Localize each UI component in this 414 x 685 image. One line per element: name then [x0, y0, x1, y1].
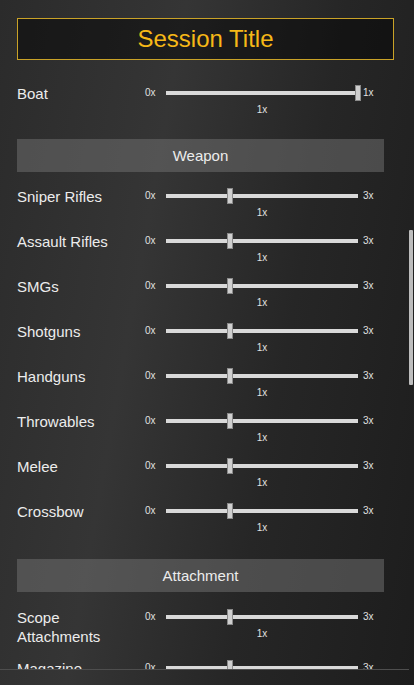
min-label: 0x	[145, 415, 166, 426]
row-label: Shotguns	[17, 322, 145, 341]
slider[interactable]	[166, 509, 358, 513]
slider[interactable]	[166, 284, 358, 288]
row-label: Crossbow	[17, 502, 145, 521]
slider-row: Crossbow0x 3x1x	[17, 502, 394, 547]
slider-fill	[166, 419, 230, 423]
row-label: Throwables	[17, 412, 145, 431]
slider[interactable]	[166, 419, 358, 423]
value-label: 1x	[166, 297, 358, 309]
row-label: Melee	[17, 457, 145, 476]
slider-fill	[166, 509, 230, 513]
max-label: 3x	[358, 190, 394, 201]
slider-thumb[interactable]	[227, 278, 233, 294]
min-label: 0x	[145, 505, 166, 516]
min-label: 0x	[145, 87, 166, 98]
min-label: 0x	[145, 370, 166, 381]
scrollbar[interactable]	[409, 0, 413, 685]
slider[interactable]	[166, 666, 358, 670]
settings-panel: Session TitleBoat0x1x1xWeaponSniper Rifl…	[0, 0, 414, 685]
slider-thumb[interactable]	[227, 188, 233, 204]
min-label: 0x	[145, 325, 166, 336]
slider-thumb[interactable]	[227, 503, 233, 519]
slider[interactable]	[166, 615, 358, 619]
slider-fill	[166, 464, 230, 468]
value-label: 1x	[166, 628, 358, 646]
slider-row: Shotguns0x 3x1x	[17, 322, 394, 367]
slider-thumb[interactable]	[227, 323, 233, 339]
slider-row: Boat0x1x1x	[17, 84, 394, 129]
slider[interactable]	[166, 374, 358, 378]
slider-row: Throwables0x 3x1x	[17, 412, 394, 457]
value-label: 1x	[166, 477, 358, 489]
slider-thumb[interactable]	[227, 233, 233, 249]
slider-row: Sniper Rifles0x 3x1x	[17, 187, 394, 232]
slider-row: Magazine0x 3x	[17, 659, 394, 670]
max-label: 3x	[358, 325, 394, 336]
slider-row: Melee0x 3x1x	[17, 457, 394, 502]
slider-fill	[166, 91, 358, 95]
min-label: 0x	[145, 611, 166, 622]
slider-fill	[166, 615, 230, 619]
slider[interactable]	[166, 464, 358, 468]
value-label: 1x	[166, 252, 358, 264]
slider-thumb[interactable]	[227, 609, 233, 625]
row-label: Boat	[17, 84, 145, 103]
value-label: 1x	[166, 104, 358, 116]
slider-fill	[166, 239, 230, 243]
slider-row: Handguns0x 3x1x	[17, 367, 394, 412]
slider-row: SMGs0x 3x1x	[17, 277, 394, 322]
max-label: 3x	[358, 611, 394, 622]
row-label: Scope Attachments	[17, 608, 145, 646]
section-header: Attachment	[17, 559, 384, 592]
value-label: 1x	[166, 387, 358, 399]
slider-thumb[interactable]	[355, 85, 361, 101]
max-label: 3x	[358, 460, 394, 471]
value-label: 1x	[166, 207, 358, 219]
slider[interactable]	[166, 194, 358, 198]
slider-fill	[166, 329, 230, 333]
min-label: 0x	[145, 280, 166, 291]
value-label: 1x	[166, 522, 358, 534]
slider-thumb[interactable]	[227, 368, 233, 384]
max-label: 3x	[358, 235, 394, 246]
max-label: 3x	[358, 415, 394, 426]
max-label: 3x	[358, 505, 394, 516]
value-label: 1x	[166, 432, 358, 444]
slider[interactable]	[166, 91, 358, 95]
max-label: 3x	[358, 370, 394, 381]
max-label: 3x	[358, 280, 394, 291]
slider-thumb[interactable]	[227, 413, 233, 429]
min-label: 0x	[145, 460, 166, 471]
settings-list: Session TitleBoat0x1x1xWeaponSniper Rifl…	[0, 0, 409, 670]
slider[interactable]	[166, 239, 358, 243]
slider-fill	[166, 374, 230, 378]
min-label: 0x	[145, 662, 166, 670]
slider-thumb[interactable]	[227, 458, 233, 474]
row-label: Assault Rifles	[17, 232, 145, 251]
slider-fill	[166, 666, 230, 670]
max-label: 3x	[358, 662, 394, 670]
min-label: 0x	[145, 190, 166, 201]
scroll-area[interactable]: Session TitleBoat0x1x1xWeaponSniper Rifl…	[0, 0, 409, 670]
row-label: Magazine	[17, 659, 145, 670]
slider[interactable]	[166, 329, 358, 333]
scrollbar-thumb[interactable]	[409, 230, 413, 385]
slider-fill	[166, 284, 230, 288]
row-label: SMGs	[17, 277, 145, 296]
row-label: Sniper Rifles	[17, 187, 145, 206]
slider-row: Scope Attachments0x 3x1x	[17, 608, 394, 659]
slider-fill	[166, 194, 230, 198]
min-label: 0x	[145, 235, 166, 246]
slider-row: Assault Rifles0x 3x1x	[17, 232, 394, 277]
value-label: 1x	[166, 342, 358, 354]
section-header: Weapon	[17, 139, 384, 172]
slider-thumb[interactable]	[227, 660, 233, 670]
max-label: 1x	[358, 87, 394, 98]
row-label: Handguns	[17, 367, 145, 386]
session-title: Session Title	[17, 18, 394, 60]
